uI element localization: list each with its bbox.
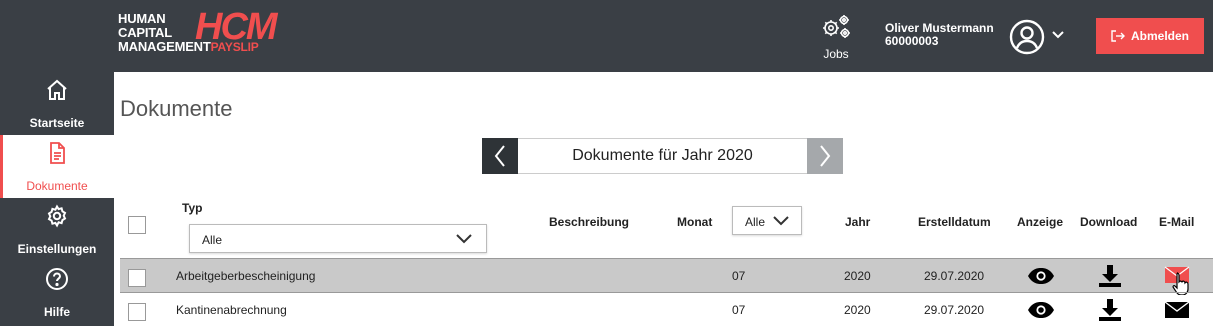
logout-icon — [1111, 30, 1125, 42]
eye-icon[interactable] — [1027, 267, 1055, 285]
user-info: Oliver Mustermann 60000003 — [885, 22, 994, 48]
help-icon — [46, 268, 68, 290]
column-header-anzeige: Anzeige — [1017, 215, 1064, 229]
row-checkbox[interactable] — [128, 269, 146, 287]
logo-brand: HCM — [195, 6, 278, 48]
user-id: 60000003 — [885, 34, 939, 48]
download-icon[interactable] — [1098, 298, 1122, 322]
gear-icon — [47, 204, 67, 228]
typ-filter-select[interactable]: Alle — [189, 224, 487, 253]
sidebar: Startseite Dokumente Einstellungen Hilfe — [0, 72, 114, 326]
user-avatar-icon[interactable] — [1009, 19, 1045, 55]
sidebar-item-hilfe[interactable]: Hilfe — [0, 261, 114, 324]
chevron-right-icon — [820, 145, 831, 167]
cell-erstelldatum: 29.07.2020 — [924, 269, 985, 283]
table-row[interactable]: Kantinenabrechnung 07 2020 29.07.2020 — [120, 292, 1213, 326]
chevron-down-icon — [456, 234, 472, 244]
typ-filter-value: Alle — [202, 233, 223, 247]
cell-erstelldatum: 29.07.2020 — [924, 303, 985, 317]
email-icon[interactable] — [1164, 301, 1190, 319]
row-checkbox[interactable] — [128, 303, 146, 321]
eye-icon[interactable] — [1027, 301, 1055, 319]
jobs-label: Jobs — [823, 47, 849, 61]
year-navigator: Dokumente für Jahr 2020 — [482, 138, 843, 174]
sidebar-item-einstellungen[interactable]: Einstellungen — [0, 198, 114, 261]
column-header-download: Download — [1080, 215, 1138, 229]
cell-jahr: 2020 — [844, 303, 871, 317]
chevron-left-icon — [494, 145, 505, 167]
download-icon[interactable] — [1098, 264, 1122, 288]
table-row[interactable]: Arbeitgeberbescheinigung 07 2020 29.07.2… — [120, 258, 1213, 295]
cell-monat: 07 — [732, 303, 746, 317]
cell-jahr: 2020 — [844, 269, 871, 283]
sidebar-item-label: Startseite — [29, 116, 85, 130]
column-header-typ: Typ — [182, 201, 203, 215]
hcm-logo[interactable]: HUMAN CAPITAL MANAGEMENTPAYSLIP HCM — [118, 8, 278, 54]
year-label: Dokumente für Jahr 2020 — [518, 138, 807, 174]
gears-icon — [823, 15, 850, 38]
logout-button[interactable]: Abmelden — [1096, 18, 1204, 54]
page-title: Dokumente — [120, 96, 233, 121]
cell-monat: 07 — [732, 269, 746, 283]
cell-typ: Arbeitgeberbescheinigung — [176, 269, 316, 283]
previous-year-button[interactable] — [482, 138, 518, 174]
column-header-beschreibung: Beschreibung — [549, 215, 630, 229]
monat-filter-select[interactable]: Alle — [732, 206, 802, 235]
column-header-erstelldatum: Erstelldatum — [918, 215, 991, 229]
next-year-button[interactable] — [807, 138, 843, 174]
sidebar-item-label: Dokumente — [26, 179, 88, 193]
sidebar-item-label: Einstellungen — [17, 242, 97, 256]
column-header-monat: Monat — [677, 215, 713, 229]
document-icon — [50, 142, 65, 164]
chevron-down-icon — [773, 216, 789, 226]
home-icon — [47, 79, 67, 100]
select-all-checkbox[interactable] — [128, 216, 146, 234]
logout-label: Abmelden — [1130, 29, 1189, 43]
monat-filter-value: Alle — [745, 215, 766, 229]
sidebar-item-dokumente[interactable]: Dokumente — [0, 135, 114, 198]
chevron-down-icon[interactable] — [1052, 30, 1064, 40]
column-header-email: E-Mail — [1159, 215, 1195, 229]
cell-typ: Kantinenabrechnung — [176, 303, 287, 317]
column-header-jahr: Jahr — [845, 215, 871, 229]
sidebar-item-label: Hilfe — [43, 305, 70, 319]
jobs-button[interactable]: Jobs — [818, 14, 854, 61]
top-bar: HUMAN CAPITAL MANAGEMENTPAYSLIP HCM Jobs… — [0, 0, 1213, 72]
sidebar-item-startseite[interactable]: Startseite — [0, 72, 114, 135]
